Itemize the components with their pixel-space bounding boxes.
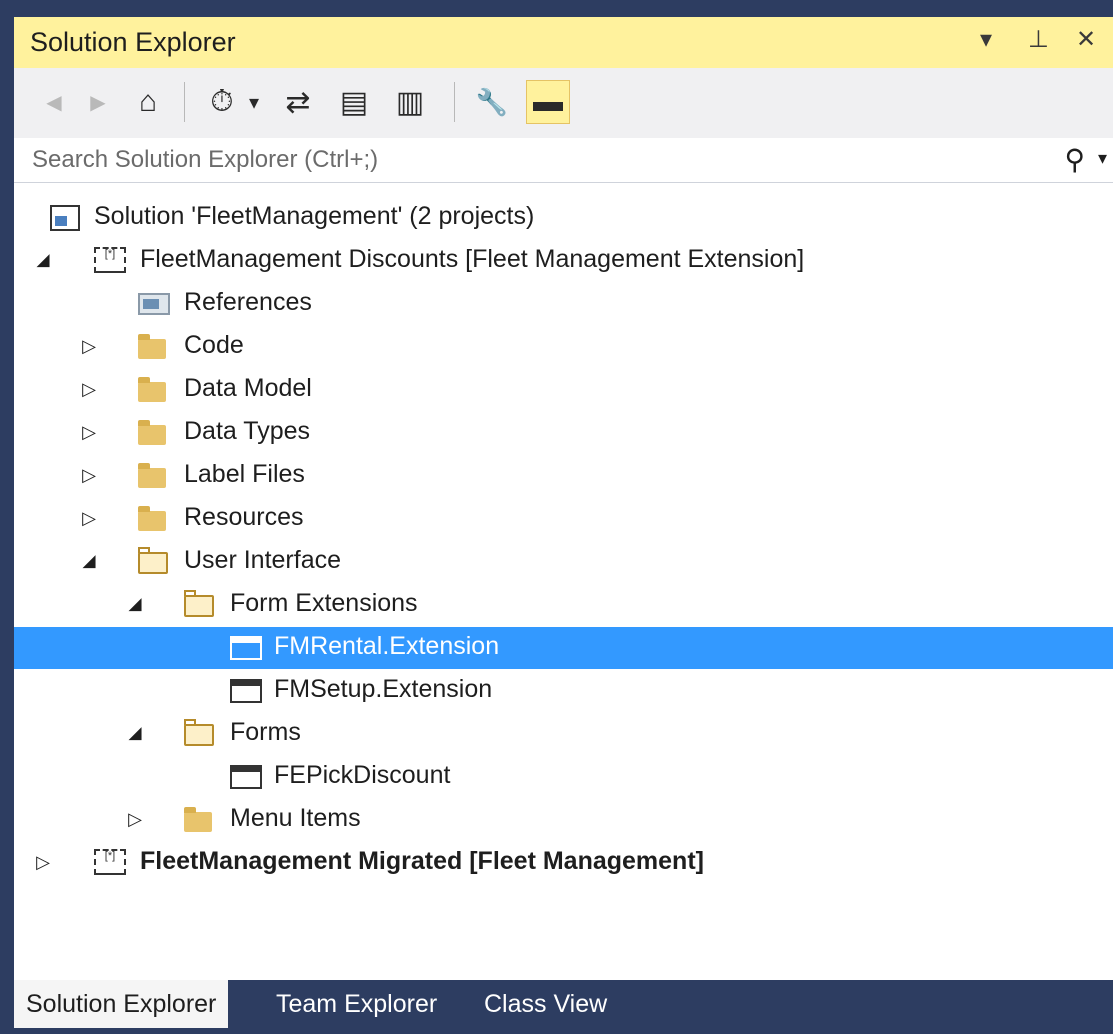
folder-icon: [138, 377, 166, 402]
references-icon: [138, 293, 170, 315]
tree-item-solution[interactable]: Solution 'FleetManagement' (2 projects): [14, 197, 1113, 239]
toolbar: ◀ ▶ ⌂ ⏱ ▾ ⇄ ▤ ▥ 🔧 ▬: [14, 68, 1113, 139]
folder-icon: [184, 807, 212, 832]
tree-item-label: FMRental.Extension: [274, 632, 500, 660]
tree-item-label-files[interactable]: ▷ Label Files: [14, 455, 1113, 497]
tree-item-code[interactable]: ▷ Code: [14, 326, 1113, 368]
tree-item-fepickdiscount[interactable]: FEPickDiscount: [14, 756, 1113, 798]
close-icon[interactable]: ✕: [1076, 25, 1096, 54]
tree-item-label: Resources: [184, 503, 304, 531]
tree-item-resources[interactable]: ▷ Resources: [14, 498, 1113, 540]
form-icon: [230, 765, 262, 789]
window-top-border: [0, 0, 1113, 14]
tree-item-user-interface[interactable]: ◢ User Interface: [14, 541, 1113, 583]
tree-item-label: Data Model: [184, 374, 312, 402]
solution-icon: [50, 205, 80, 231]
tree-item-label: Code: [184, 331, 244, 359]
tree-item-forms[interactable]: ◢ Forms: [14, 713, 1113, 755]
expand-collapse-icon[interactable]: ◢: [32, 246, 54, 274]
tree-item-label: FleetManagement Discounts [Fleet Managem…: [140, 245, 805, 273]
tree-item-references[interactable]: References: [14, 283, 1113, 325]
tree-item-label: User Interface: [184, 546, 342, 574]
tree-item-menu-items[interactable]: ▷ Menu Items: [14, 799, 1113, 841]
panel-title: Solution Explorer: [30, 27, 236, 57]
tree-item-data-model[interactable]: ▷ Data Model: [14, 369, 1113, 411]
tree-item-label: Data Types: [184, 417, 311, 445]
search-icon[interactable]: ⚲: [1064, 143, 1085, 176]
tab-solution-explorer[interactable]: Solution Explorer: [14, 980, 229, 1028]
open-folder-icon: [184, 590, 214, 617]
expand-collapse-icon[interactable]: ▷: [78, 375, 100, 403]
search-input[interactable]: [30, 140, 1034, 180]
open-folder-icon: [184, 719, 214, 746]
tab-class-view[interactable]: Class View: [472, 980, 619, 1028]
tree-item-label: Forms: [230, 718, 301, 746]
tree-item-fmrental-extension[interactable]: FMRental.Extension: [14, 627, 1113, 669]
tree-item-label: References: [184, 288, 312, 316]
folder-icon: [138, 420, 166, 445]
search-options-dropdown-icon[interactable]: ▾: [1098, 148, 1107, 169]
form-icon: [230, 679, 262, 703]
expand-collapse-icon[interactable]: ▷: [124, 805, 146, 833]
folder-icon: [138, 334, 166, 359]
panel-title-bar[interactable]: Solution Explorer ▾ ⊥ ✕: [14, 14, 1113, 68]
tree-item-data-types[interactable]: ▷ Data Types: [14, 412, 1113, 454]
pending-changes-dropdown-icon[interactable]: ▾: [242, 80, 266, 124]
tree-item-label: FMSetup.Extension: [274, 675, 493, 703]
expand-collapse-icon[interactable]: ◢: [124, 719, 146, 747]
expand-collapse-icon[interactable]: ◢: [124, 590, 146, 618]
pin-icon[interactable]: ⊥: [1028, 25, 1049, 54]
tree-item-form-extensions[interactable]: ◢ Form Extensions: [14, 584, 1113, 626]
properties-wrench-icon[interactable]: 🔧: [470, 80, 514, 124]
expand-collapse-icon[interactable]: ▷: [78, 504, 100, 532]
expand-collapse-icon[interactable]: ◢: [78, 547, 100, 575]
toolbar-separator: [454, 82, 455, 122]
tree-item-label: Label Files: [184, 460, 305, 488]
project-icon: [*]: [94, 849, 126, 875]
expand-collapse-icon[interactable]: ▷: [78, 332, 100, 360]
back-icon[interactable]: ◀: [32, 80, 76, 124]
project-icon: [*]: [94, 247, 126, 273]
window-position-dropdown-icon[interactable]: ▾: [980, 25, 992, 54]
home-icon[interactable]: ⌂: [126, 80, 170, 124]
tree-item-label: FleetManagement Migrated [Fleet Manageme…: [140, 847, 704, 875]
sync-with-document-icon[interactable]: ⇄: [276, 80, 320, 124]
show-all-files-icon[interactable]: ▥: [388, 80, 432, 124]
window-left-border: [0, 0, 14, 1034]
bottom-tab-strip: Solution Explorer Team Explorer Class Vi…: [14, 980, 1113, 1034]
tab-team-explorer[interactable]: Team Explorer: [264, 980, 449, 1028]
collapse-all-icon[interactable]: ▤: [332, 80, 376, 124]
tree-item-project-migrated[interactable]: ▷ [*] FleetManagement Migrated [Fleet Ma…: [14, 842, 1113, 884]
expand-collapse-icon[interactable]: ▷: [78, 461, 100, 489]
tree-item-label: Solution 'FleetManagement' (2 projects): [94, 202, 535, 230]
pending-changes-filter-icon[interactable]: ⏱: [200, 80, 244, 124]
preview-selected-items-icon[interactable]: ▬: [526, 80, 570, 124]
toolbar-separator: [184, 82, 185, 122]
expand-collapse-icon[interactable]: ▷: [32, 848, 54, 876]
folder-icon: [138, 463, 166, 488]
expand-collapse-icon[interactable]: ▷: [78, 418, 100, 446]
tree-item-label: FEPickDiscount: [274, 761, 451, 789]
tree-item-label: Menu Items: [230, 804, 361, 832]
form-icon: [230, 636, 262, 660]
solution-tree: Solution 'FleetManagement' (2 projects) …: [14, 183, 1113, 980]
folder-icon: [138, 506, 166, 531]
forward-icon[interactable]: ▶: [76, 80, 120, 124]
tree-item-fmsetup-extension[interactable]: FMSetup.Extension: [14, 670, 1113, 712]
open-folder-icon: [138, 547, 168, 574]
search-bar: ⚲ ▾: [14, 138, 1113, 183]
tree-item-label: Form Extensions: [230, 589, 418, 617]
solution-explorer-window: Solution Explorer ▾ ⊥ ✕ ◀ ▶ ⌂ ⏱ ▾ ⇄ ▤ ▥ …: [0, 0, 1113, 1034]
tree-item-project-discounts[interactable]: ◢ [*] FleetManagement Discounts [Fleet M…: [14, 240, 1113, 282]
